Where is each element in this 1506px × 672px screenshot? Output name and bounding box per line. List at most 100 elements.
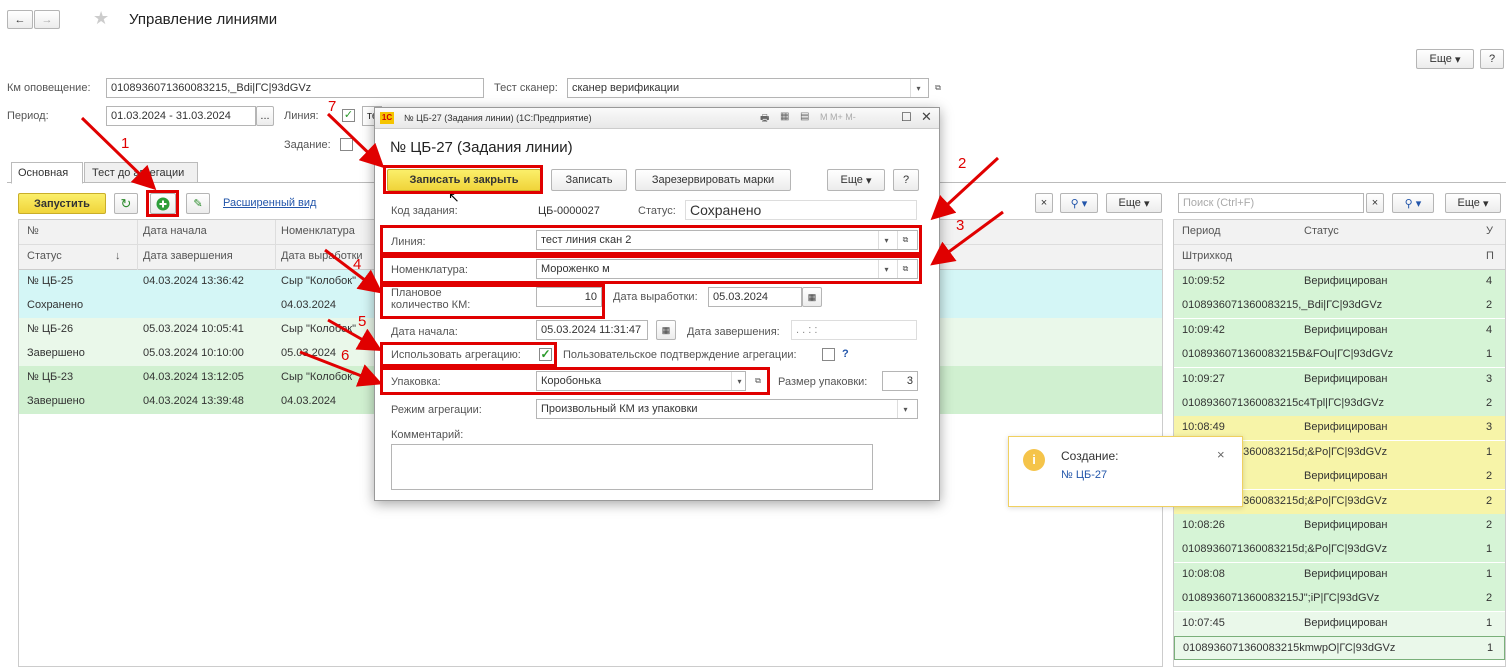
table-icon[interactable]: ▦ xyxy=(780,111,789,122)
chevron-down-icon[interactable]: ▾ xyxy=(910,79,926,97)
list-item[interactable]: 0108936071360083215B&FOu|ГС|93dGVz 1 xyxy=(1174,343,1505,368)
chevron-down-icon[interactable]: ▾ xyxy=(897,400,913,418)
search-input[interactable]: Поиск (Ctrl+F) xyxy=(1178,193,1364,213)
dialog-help-button[interactable]: ? xyxy=(893,169,919,191)
list-item[interactable]: 10:08:26 Верифицирован 2 xyxy=(1174,514,1505,538)
memory-buttons[interactable]: M M+ M- xyxy=(820,112,856,122)
open-icon[interactable]: ⧉ xyxy=(750,372,766,390)
col-status[interactable]: Статус xyxy=(1304,225,1339,237)
add-button[interactable] xyxy=(150,193,176,214)
col-end-date[interactable]: Дата завершения xyxy=(143,250,233,262)
open-icon[interactable]: ⧉ xyxy=(897,260,913,278)
star-icon[interactable]: ★ xyxy=(93,8,109,29)
period-input[interactable]: 01.03.2024 - 31.03.2024 xyxy=(106,106,256,126)
calendar-button[interactable]: ▦ xyxy=(802,287,822,307)
list-item[interactable]: 10:07:45 Верифицирован 1 xyxy=(1174,611,1505,636)
scanner-select[interactable]: сканер верификации xyxy=(567,78,929,98)
package-size-input[interactable]: 3 xyxy=(882,371,918,391)
list-cell: Верифицирован xyxy=(1304,519,1388,531)
clear-search-button[interactable]: × xyxy=(1035,193,1053,213)
chevron-down-icon[interactable]: ▾ xyxy=(878,260,894,278)
period-select-button[interactable]: ... xyxy=(256,106,274,126)
nomenclature-select[interactable]: Мороженко м xyxy=(536,259,918,279)
list-item[interactable]: 10:09:27 Верифицирован 3 xyxy=(1174,367,1505,392)
clear-search-button-right[interactable]: × xyxy=(1366,193,1384,213)
dialog-more-button[interactable]: Еще ▾ xyxy=(827,169,885,191)
chevron-down-icon[interactable]: ▾ xyxy=(878,231,894,249)
annotation-2: 2 xyxy=(958,155,967,172)
open-icon[interactable]: ⧉ xyxy=(930,79,946,97)
status-value: Сохранено xyxy=(685,200,917,220)
col-barcode[interactable]: Штрихкод xyxy=(1182,250,1232,262)
toast-link[interactable]: № ЦБ-27 xyxy=(1061,469,1107,481)
col-production-date[interactable]: Дата выработки xyxy=(281,250,363,262)
close-icon[interactable]: ✕ xyxy=(921,109,932,125)
list-cell: 2 xyxy=(1486,470,1493,483)
scans-header-row-2: Штрихкод П xyxy=(1174,245,1505,270)
start-date-input[interactable]: 05.03.2024 11:31:47 xyxy=(536,320,648,340)
list-item[interactable]: 0108936071360083215,_Bdi|ГС|93dGVz 2 xyxy=(1174,294,1505,319)
maximize-icon[interactable]: ☐ xyxy=(901,110,912,124)
col-nomenclature[interactable]: Номенклатура xyxy=(281,225,355,237)
comment-textarea[interactable] xyxy=(391,444,873,490)
search-button-right[interactable]: ⚲ ▾ xyxy=(1392,193,1434,213)
km-input[interactable]: 0108936071360083215,_Bdi|ГС|93dGVz xyxy=(106,78,484,98)
use-aggregation-checkbox[interactable]: ✓ xyxy=(539,348,552,361)
list-cell: 10:09:42 xyxy=(1182,323,1225,336)
line-checkbox[interactable]: ✓ xyxy=(342,109,355,122)
package-select[interactable]: Коробонька xyxy=(536,371,746,391)
line-select[interactable]: тест линия скан 2 xyxy=(536,230,918,250)
list-cell: 1 xyxy=(1486,348,1493,361)
list-item[interactable]: 10:08:08 Верифицирован 1 xyxy=(1174,562,1505,587)
end-date-input[interactable]: . . : : xyxy=(791,320,917,340)
save-and-close-button[interactable]: Записать и закрыть xyxy=(387,169,541,191)
list-item[interactable]: 0108936071360083215J";iP|ГС|93dGVz 2 xyxy=(1174,587,1505,612)
table-cell: 05.03.2024 10:05:41 xyxy=(143,323,244,335)
calendar-button[interactable]: ▦ xyxy=(656,320,676,340)
list-item[interactable]: 0108936071360083215kmwpO|ГС|93dGVz 1 xyxy=(1174,636,1505,660)
list-cell: 3 xyxy=(1486,372,1493,385)
calendar-icon[interactable]: ▤ xyxy=(800,111,809,122)
more-button[interactable]: Еще ▾ xyxy=(1416,49,1474,69)
tab-main[interactable]: Основная xyxy=(11,162,83,184)
tab-test-aggregation[interactable]: Тест до агрегации xyxy=(84,162,198,183)
extended-view-link[interactable]: Расширенный вид xyxy=(223,197,316,209)
reserve-marks-button[interactable]: Зарезервировать марки xyxy=(635,169,791,191)
task-checkbox[interactable] xyxy=(340,138,353,151)
plan-qty-input[interactable]: 10 xyxy=(536,287,602,307)
print-icon[interactable]: 🖶 xyxy=(760,111,769,128)
chevron-down-icon[interactable]: ▾ xyxy=(731,372,747,390)
list-item[interactable]: 0108936071360083215d;&Po|ГС|93dGVz 1 xyxy=(1174,538,1505,563)
col-u[interactable]: У xyxy=(1486,225,1493,237)
list-cell: 1 xyxy=(1486,543,1493,556)
list-item[interactable]: 0108936071360083215c4Tpl|ГС|93dGVz 2 xyxy=(1174,392,1505,416)
more-button-middle[interactable]: Еще ▾ xyxy=(1106,193,1162,213)
list-item[interactable]: 10:09:52 Верифицирован 4 xyxy=(1174,270,1505,294)
refresh-button[interactable]: ↻ xyxy=(114,193,138,214)
col-p[interactable]: П xyxy=(1486,250,1494,262)
help-icon[interactable]: ? xyxy=(842,348,849,360)
dialog-heading: № ЦБ-27 (Задания линии) xyxy=(390,139,573,156)
user-confirm-checkbox[interactable] xyxy=(822,348,835,361)
edit-button[interactable]: ✎ xyxy=(186,193,210,214)
toast-close-icon[interactable]: × xyxy=(1217,447,1225,462)
col-start-date[interactable]: Дата начала xyxy=(143,225,207,237)
forward-button[interactable]: → xyxy=(34,10,60,29)
run-button[interactable]: Запустить xyxy=(18,193,106,214)
list-item[interactable]: 10:09:42 Верифицирован 4 xyxy=(1174,318,1505,343)
aggregation-mode-select[interactable]: Произвольный КМ из упаковки xyxy=(536,399,918,419)
dialog-window-title: № ЦБ-27 (Задания линии) (1С:Предприятие) xyxy=(404,113,592,123)
help-button[interactable]: ? xyxy=(1480,49,1504,69)
start-date-label: Дата начала: xyxy=(391,326,458,338)
production-date-input[interactable]: 05.03.2024 xyxy=(708,287,802,307)
back-button[interactable]: ← xyxy=(7,10,33,29)
annotation-6: 6 xyxy=(341,347,350,364)
open-icon[interactable]: ⧉ xyxy=(897,231,913,249)
col-number[interactable]: № xyxy=(27,225,39,237)
more-button-right[interactable]: Еще ▾ xyxy=(1445,193,1501,213)
save-button[interactable]: Записать xyxy=(551,169,627,191)
list-cell: 2 xyxy=(1486,494,1493,507)
search-button[interactable]: ⚲ ▾ xyxy=(1060,193,1098,213)
col-status[interactable]: Статус xyxy=(27,250,62,262)
col-period[interactable]: Период xyxy=(1182,225,1221,237)
